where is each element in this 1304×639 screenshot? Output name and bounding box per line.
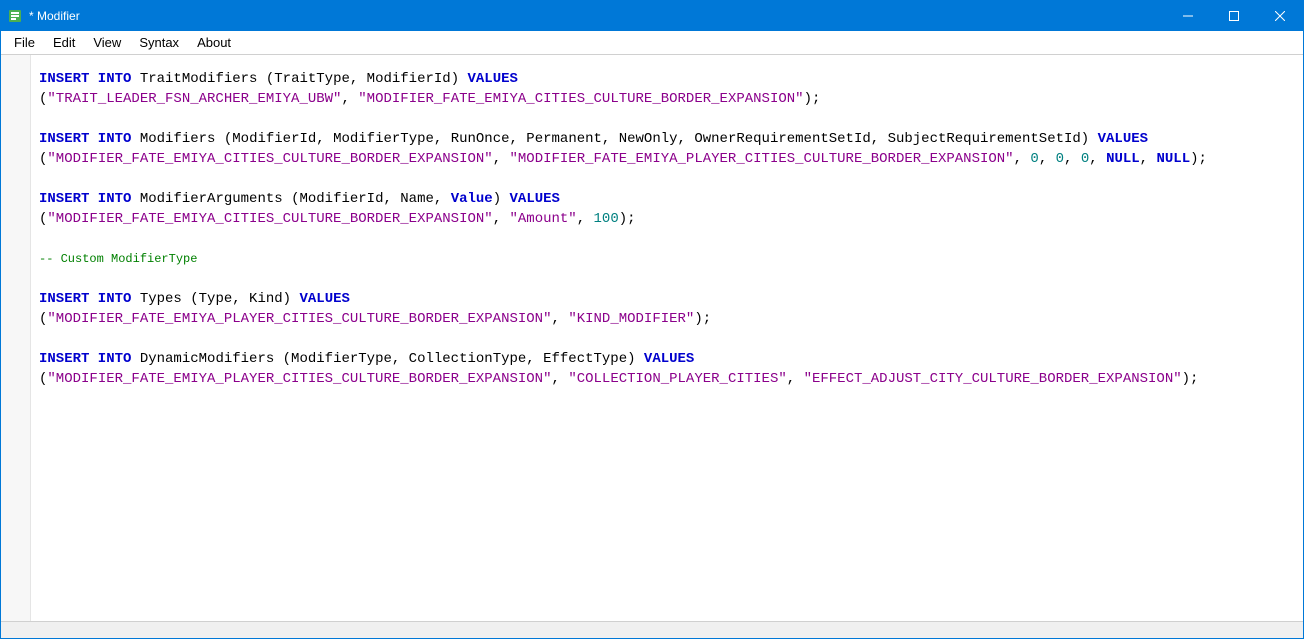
window-title: * Modifier xyxy=(29,9,1165,23)
editor: INSERT INTO TraitModifiers (TraitType, M… xyxy=(1,55,1303,621)
close-button[interactable] xyxy=(1257,1,1303,31)
menu-about[interactable]: About xyxy=(188,31,240,55)
window: * Modifier File Edit View Syntax About I… xyxy=(0,0,1304,639)
minimize-button[interactable] xyxy=(1165,1,1211,31)
app-icon xyxy=(1,1,29,31)
code-area[interactable]: INSERT INTO TraitModifiers (TraitType, M… xyxy=(31,55,1303,621)
title-bar: * Modifier xyxy=(1,1,1303,31)
menu-syntax[interactable]: Syntax xyxy=(130,31,188,55)
code-content[interactable]: INSERT INTO TraitModifiers (TraitType, M… xyxy=(39,69,1295,389)
menu-file[interactable]: File xyxy=(5,31,44,55)
menu-edit[interactable]: Edit xyxy=(44,31,84,55)
maximize-button[interactable] xyxy=(1211,1,1257,31)
horizontal-scrollbar[interactable] xyxy=(1,621,1303,638)
menu-bar: File Edit View Syntax About xyxy=(1,31,1303,55)
gutter xyxy=(1,55,31,621)
window-controls xyxy=(1165,1,1303,31)
menu-view[interactable]: View xyxy=(84,31,130,55)
